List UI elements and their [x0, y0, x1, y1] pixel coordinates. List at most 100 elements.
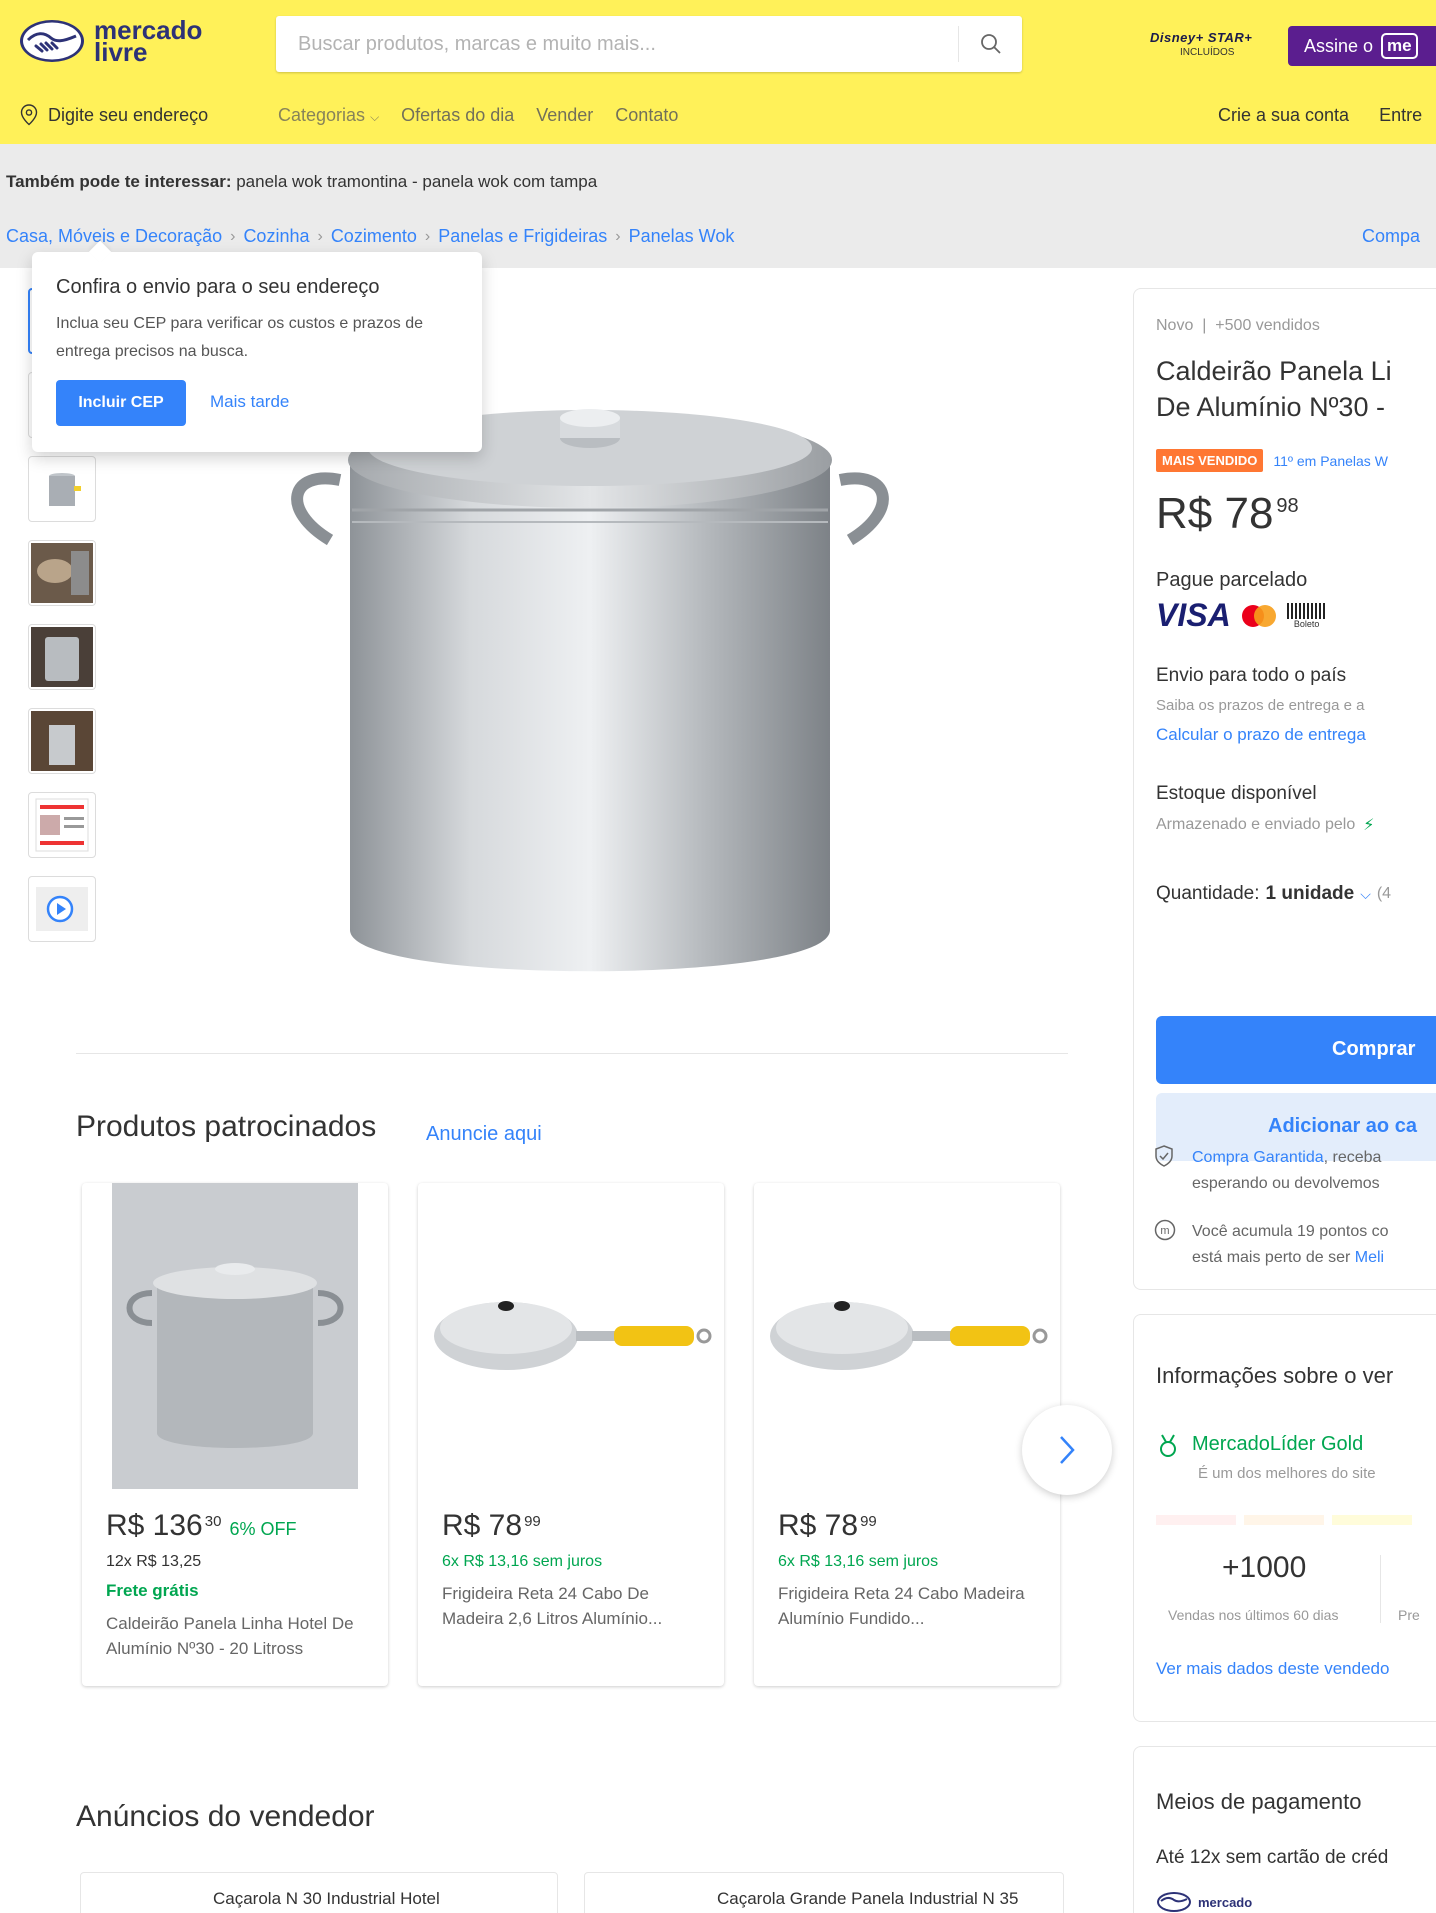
sponsored-card[interactable]: R$ 78 99 6x R$ 13,16 sem juros Frigideir…: [418, 1183, 724, 1686]
nav-categorias[interactable]: Categorias ⌵: [278, 105, 379, 126]
card-price: R$ 78 99: [778, 1509, 877, 1542]
address-link[interactable]: Digite seu endereço: [20, 104, 208, 126]
shipping-title: Envio para todo o país: [1156, 665, 1347, 686]
share-link[interactable]: Compa: [1362, 226, 1420, 247]
carousel-next-button[interactable]: [1022, 1405, 1112, 1495]
guarantee-text: Compra Garantida, receba esperando ou de…: [1192, 1149, 1382, 1192]
seller-ads-title: Anúncios do vendedor: [76, 1800, 375, 1833]
medal-icon: [1156, 1433, 1180, 1464]
nav-contato[interactable]: Contato: [615, 105, 678, 126]
account-nav: Crie a sua conta Entre: [1218, 104, 1422, 126]
thumbnail-7[interactable]: [28, 792, 96, 858]
card-title: Caldeirão Panela Linha Hotel De Alumínio…: [106, 1614, 354, 1658]
svg-text:m: m: [1160, 1225, 1169, 1237]
card-installments: 6x R$ 13,16 sem juros: [442, 1553, 603, 1570]
pot-product-image: [112, 1183, 358, 1489]
points-text: Você acumula 19 pontos co está mais pert…: [1192, 1223, 1389, 1266]
payment-icons: VISA Boleto: [1156, 597, 1327, 634]
breadcrumb-item[interactable]: Cozinha: [243, 226, 309, 247]
seller-ad-card[interactable]: Caçarola N 30 Industrial Hotel: [80, 1872, 558, 1913]
product-price: R$ 78 98: [1156, 489, 1299, 538]
login-link[interactable]: Entre: [1379, 105, 1422, 126]
include-cep-button[interactable]: Incluir CEP: [56, 380, 186, 426]
buy-now-button[interactable]: Comprar: [1156, 1016, 1436, 1084]
chevron-down-icon: ⌵: [1360, 885, 1371, 902]
breadcrumb-item[interactable]: Panelas e Frigideiras: [438, 226, 607, 247]
visa-icon: VISA: [1156, 597, 1231, 633]
frying-pan-image: [770, 1301, 1048, 1370]
breadcrumb-item[interactable]: Casa, Móveis e Decoração: [6, 226, 222, 247]
create-account-link[interactable]: Crie a sua conta: [1218, 105, 1349, 126]
search-bar: [276, 16, 1022, 72]
search-button[interactable]: [958, 26, 1022, 62]
mercado-livre-logo[interactable]: mercado livre: [18, 17, 202, 65]
card-price: R$ 136 30 6% OFF: [106, 1509, 297, 1542]
seller-more-link[interactable]: Ver mais dados deste vendedo: [1156, 1659, 1389, 1679]
related-prefix: Também pode te interessar:: [6, 172, 232, 191]
pot-thumbnail: [49, 473, 81, 506]
location-pin-icon: [20, 104, 38, 126]
disney-star-logo: Disney+ STAR+: [1150, 30, 1253, 45]
pot-photo-thumbnail: [31, 627, 93, 687]
assine-label: Assine o: [1304, 35, 1374, 56]
popup-text: Inclua seu CEP para verificar os custos …: [56, 315, 423, 360]
frying-pan-image: [434, 1301, 712, 1370]
breadcrumb-band: Também pode te interessar: panela wok tr…: [0, 144, 1436, 268]
meli-plus-link[interactable]: Meli: [1355, 1249, 1384, 1266]
chevron-right-icon: ›: [230, 227, 236, 245]
mastercard-icon: [1241, 604, 1276, 627]
seller-ad-card[interactable]: Caçarola Grande Panela Industrial N 35: [584, 1872, 1064, 1913]
card-installments: 12x R$ 13,25: [106, 1553, 202, 1570]
nav-ofertas[interactable]: Ofertas do dia: [401, 105, 514, 126]
advertise-link[interactable]: Anuncie aqui: [426, 1123, 542, 1146]
card-title: Frigideira Reta 24 Cabo Madeira Alumínio…: [778, 1584, 1025, 1628]
seller-ad-title: Caçarola Grande Panela Industrial N 35: [717, 1889, 1019, 1908]
installments-label: Pague parcelado: [1156, 569, 1308, 591]
breadcrumb-item[interactable]: Panelas Wok: [629, 226, 735, 247]
thumbnail-3[interactable]: [28, 456, 96, 522]
ranking-link[interactable]: 11º em Panelas W: [1273, 453, 1388, 469]
thumbnail-5[interactable]: [28, 624, 96, 690]
later-button[interactable]: Mais tarde: [210, 392, 289, 412]
breadcrumb: Casa, Móveis e Decoração › Cozinha › Coz…: [6, 226, 734, 247]
guarantee-link[interactable]: Compra Garantida: [1192, 1149, 1324, 1166]
search-icon: [980, 34, 1001, 54]
breadcrumb-item[interactable]: Cozimento: [331, 226, 417, 247]
reputation-thermometer: [1156, 1515, 1436, 1525]
condition-line: Novo | +500 vendidos: [1156, 317, 1320, 334]
info-sheet-thumbnail: [35, 798, 89, 852]
thumbnail-video[interactable]: [28, 876, 96, 942]
full-lightning-icon: ⚡: [1363, 817, 1375, 834]
stats-divider: [1380, 1555, 1381, 1623]
sponsored-card[interactable]: R$ 136 30 6% OFF 12x R$ 13,25 Frete grát…: [82, 1183, 388, 1686]
handshake-logo-icon: [20, 20, 84, 62]
seller-info-box: Informações sobre o ver MercadoLíder Gol…: [1133, 1314, 1436, 1722]
calculate-shipping-link[interactable]: Calcular o prazo de entrega: [1156, 725, 1366, 745]
quantity-selector[interactable]: Quantidade: 1 unidade ⌵ (4: [1156, 883, 1391, 905]
cep-popup: Confira o envio para o seu endereço Incl…: [32, 240, 482, 452]
address-label: Digite seu endereço: [48, 104, 209, 125]
thumbnail-6[interactable]: [28, 708, 96, 774]
thumbnail-4[interactable]: [28, 540, 96, 606]
search-input[interactable]: [276, 16, 958, 72]
nav-vender[interactable]: Vender: [536, 105, 593, 126]
product-main-image[interactable]: [280, 370, 900, 1010]
chevron-right-icon: [1060, 1436, 1075, 1464]
disney-star-sub: INCLUÍDOS: [1180, 47, 1235, 58]
sponsored-card[interactable]: R$ 78 99 6x R$ 13,16 sem juros Frigideir…: [754, 1183, 1060, 1686]
chevron-right-icon: ›: [317, 227, 323, 245]
meli-plus-badge: me: [1381, 33, 1418, 59]
level-sub: É um dos melhores do site: [1198, 1465, 1376, 1482]
payment-title: Meios de pagamento: [1156, 1789, 1362, 1814]
chevron-right-icon: ›: [424, 227, 431, 245]
sales-count: +1000: [1222, 1551, 1307, 1584]
play-video-icon: [36, 887, 88, 931]
disney-star-promo[interactable]: Disney+ STAR+ INCLUÍDOS: [1150, 30, 1280, 74]
mercado-pago-logo: mercado: [1156, 1891, 1252, 1913]
shipping-sub: Saiba os prazos de entrega e a: [1156, 697, 1365, 714]
related-links[interactable]: panela wok tramontina - panela wok com t…: [236, 172, 597, 191]
payment-methods-box: Meios de pagamento Até 12x sem cartão de…: [1133, 1746, 1436, 1913]
seller-ad-title: Caçarola N 30 Industrial Hotel: [213, 1889, 440, 1908]
assine-meli-button[interactable]: Assine o me: [1288, 26, 1436, 66]
handshake-logo-icon: [1157, 1892, 1191, 1912]
